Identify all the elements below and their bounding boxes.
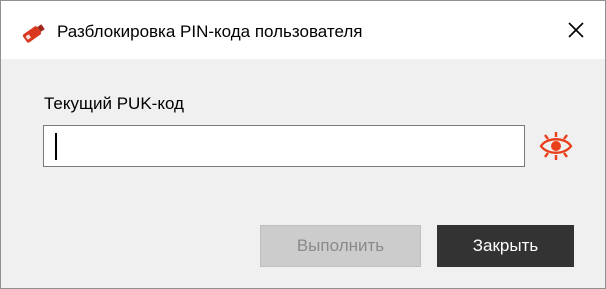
text-caret [55, 133, 57, 160]
unlock-pin-dialog: Разблокировка PIN-кода пользователя Теку… [0, 0, 606, 289]
window-title: Разблокировка PIN-кода пользователя [57, 22, 363, 41]
close-window-button[interactable] [547, 1, 605, 59]
eye-icon [539, 132, 573, 160]
puk-code-label: Текущий PUK-код [44, 94, 184, 113]
usb-token-icon [21, 23, 47, 43]
show-password-toggle[interactable] [536, 129, 576, 163]
title-bar: Разблокировка PIN-кода пользователя [1, 1, 605, 59]
puk-code-input[interactable] [43, 125, 525, 167]
close-icon [567, 21, 585, 39]
close-button[interactable]: Закрыть [437, 225, 574, 267]
execute-button[interactable]: Выполнить [260, 225, 421, 267]
